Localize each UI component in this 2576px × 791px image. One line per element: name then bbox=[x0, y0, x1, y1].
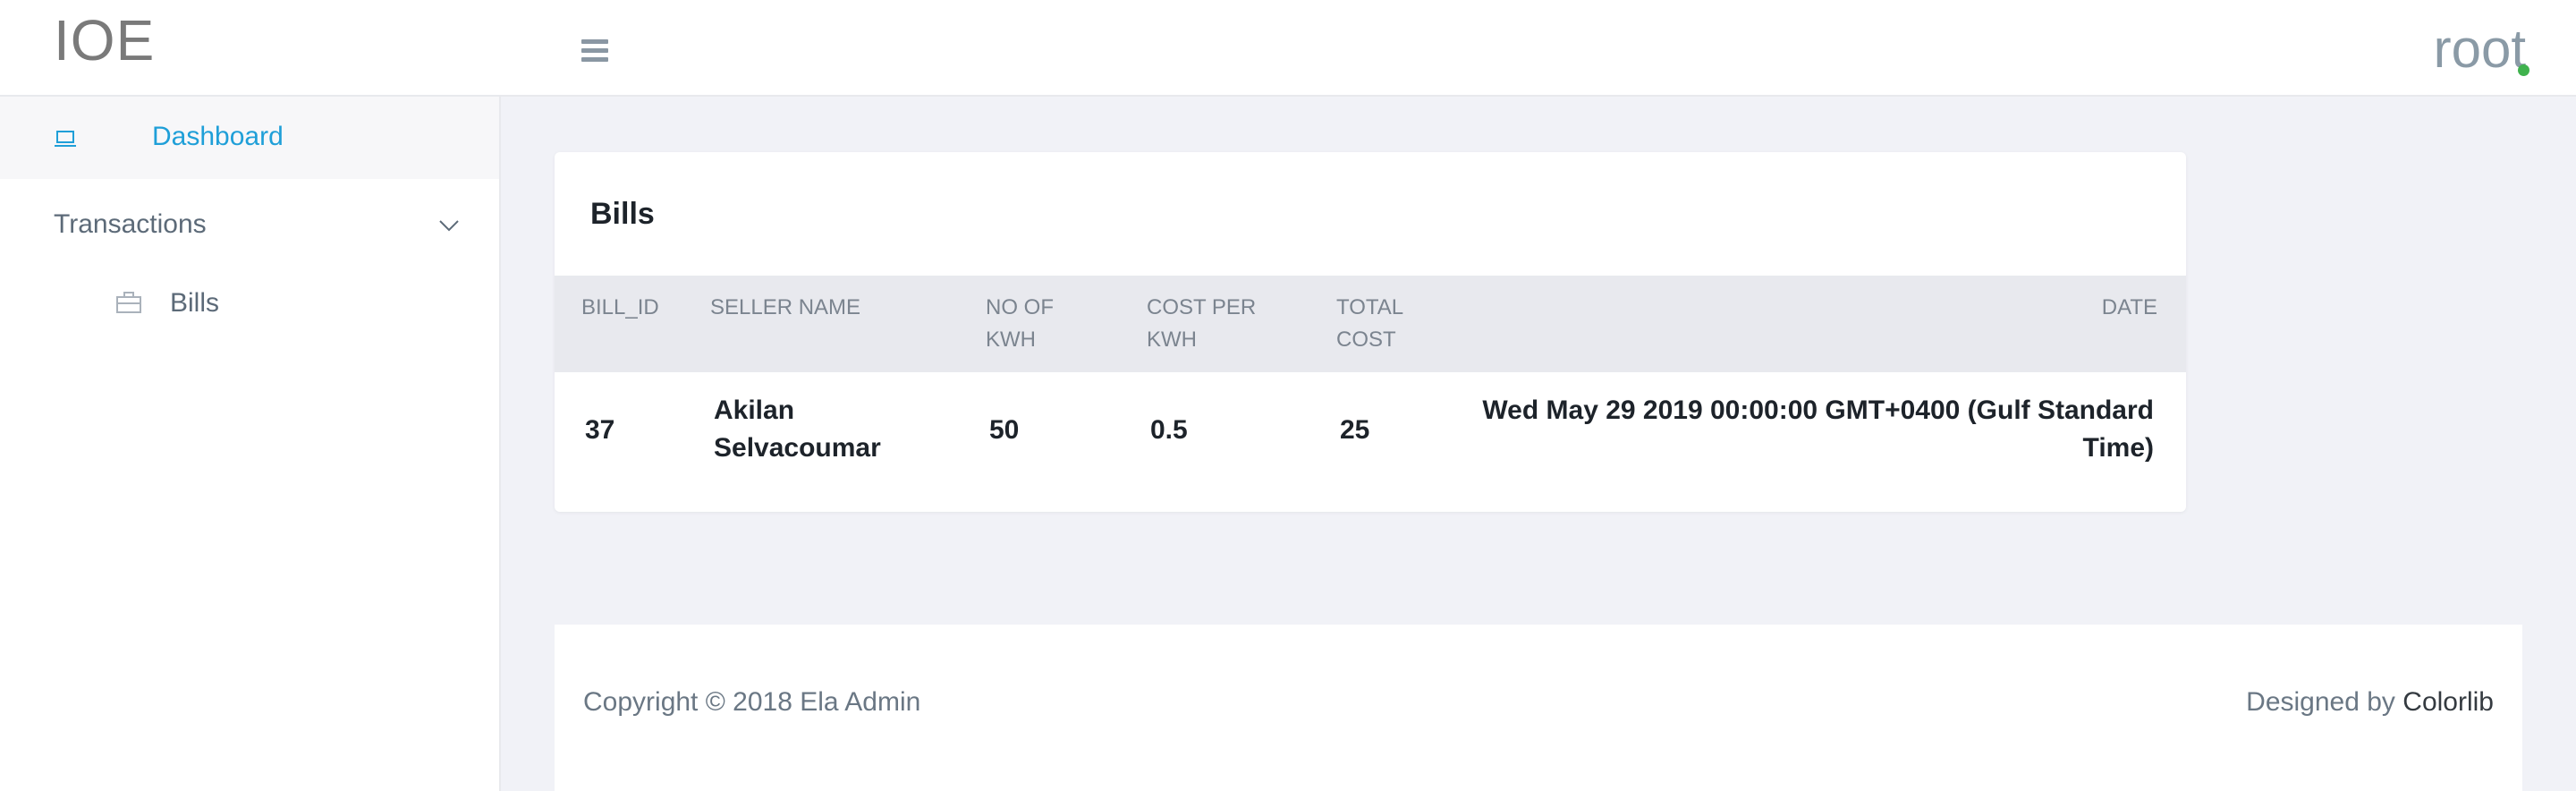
table-header: BILL_ID SELLER NAME NO OF KWH COST PER KWH… bbox=[555, 276, 2186, 372]
top-header: IOE root bbox=[0, 0, 2576, 97]
online-status-dot bbox=[2518, 64, 2529, 76]
footer: Copyright © 2018 Ela Admin Designed by C… bbox=[555, 625, 2522, 791]
column-header-date: DATE bbox=[2101, 295, 2157, 319]
column-header-seller-name: SELLER NAME bbox=[710, 295, 861, 319]
cell-seller-name: Akilan Selvacoumar bbox=[714, 396, 881, 463]
cell-total-cost: 25 bbox=[1340, 415, 1370, 445]
sidebar-item-dashboard[interactable]: Dashboard bbox=[0, 97, 499, 179]
user-menu[interactable]: root bbox=[2434, 18, 2526, 80]
column-header-total-cost: TOTAL COST bbox=[1336, 295, 1404, 352]
sidebar: Dashboard Transactions Bills bbox=[0, 97, 501, 791]
chevron-down-icon[interactable] bbox=[436, 217, 462, 234]
sidebar-item-bills[interactable]: Bills bbox=[170, 288, 219, 319]
briefcase-icon bbox=[116, 292, 141, 313]
bills-card: Bills BILL_ID SELLER NAME NO OF KWH COST … bbox=[555, 152, 2186, 512]
sidebar-item-transactions[interactable]: Transactions bbox=[54, 209, 207, 240]
cell-date: Wed May 29 2019 00:00:00 GMT+0400 (Gulf … bbox=[1482, 396, 2154, 463]
cell-kwh: 50 bbox=[989, 415, 1020, 445]
hamburger-icon[interactable] bbox=[581, 39, 608, 63]
colorlib-link[interactable]: Colorlib bbox=[2402, 687, 2494, 717]
cell-cost-per-kwh: 0.5 bbox=[1150, 415, 1188, 445]
sidebar-item-label: Dashboard bbox=[152, 122, 284, 151]
laptop-icon bbox=[55, 131, 76, 147]
copyright-text: Copyright © 2018 Ela Admin bbox=[583, 687, 921, 717]
column-header-cost-per-kwh: COST PER KWH bbox=[1147, 295, 1257, 352]
column-header-bill-id: BILL_ID bbox=[581, 295, 659, 319]
brand-logo[interactable]: IOE bbox=[54, 7, 155, 73]
column-header-kwh: NO OF KWH bbox=[986, 295, 1054, 352]
card-title: Bills bbox=[590, 197, 655, 231]
cell-bill-id: 37 bbox=[585, 415, 615, 445]
designed-by-text: Designed by Colorlib bbox=[2246, 687, 2494, 717]
